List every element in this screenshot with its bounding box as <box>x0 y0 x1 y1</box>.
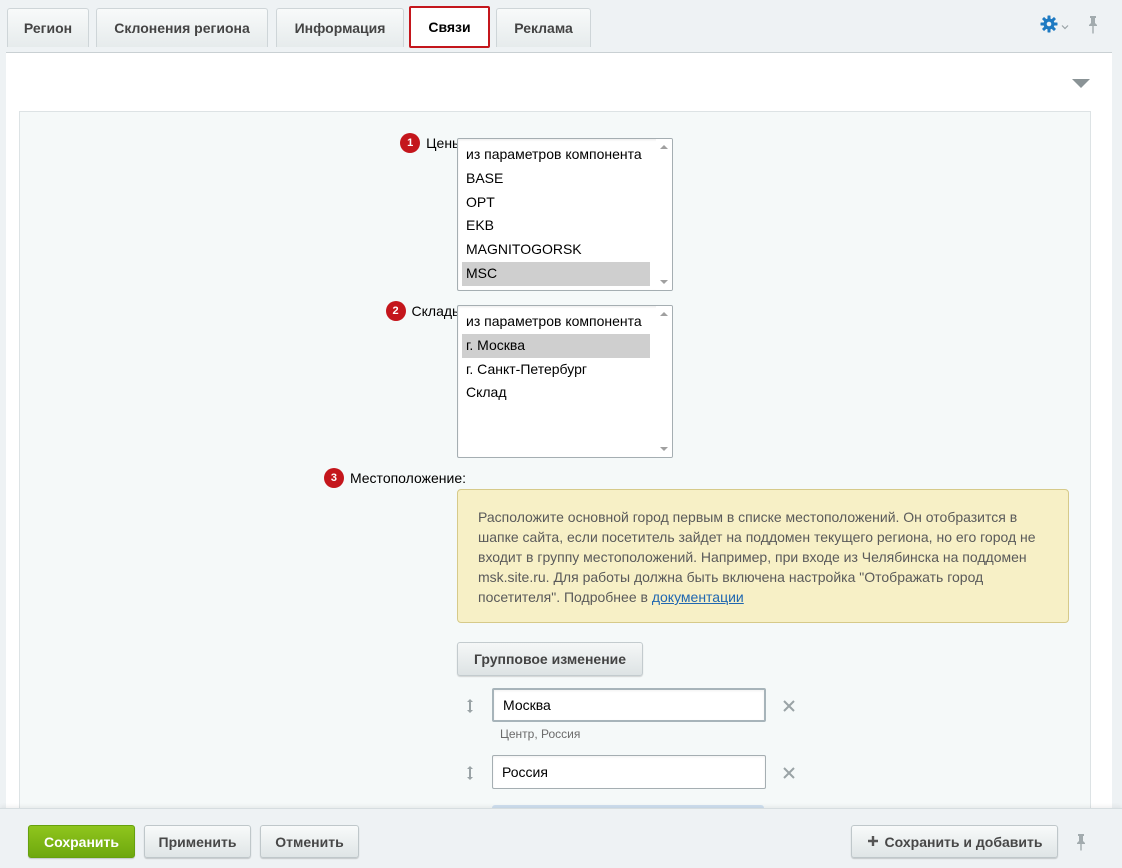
plus-icon <box>867 834 879 850</box>
location-subtitle: Центр, Россия <box>500 727 581 741</box>
pin-icon[interactable] <box>1074 833 1088 853</box>
prices-multiselect[interactable]: из параметров компонента BASE OPT EKB MA… <box>457 138 673 291</box>
prices-option[interactable]: BASE <box>462 167 650 191</box>
prices-option[interactable]: EKB <box>462 214 650 238</box>
pin-icon[interactable] <box>1084 14 1102 36</box>
save-button[interactable]: Сохранить <box>28 825 135 858</box>
footer-bar: Сохранить Применить Отменить Сохранить и… <box>0 808 1122 868</box>
group-change-button[interactable]: Групповое изменение <box>457 642 643 676</box>
gear-icon <box>1040 15 1058 36</box>
scroll-up-icon[interactable] <box>660 145 668 149</box>
chevron-down-icon <box>1061 18 1069 33</box>
prices-scrollbar[interactable] <box>656 139 672 290</box>
location-label-text: Местоположение: <box>349 470 466 486</box>
warehouses-option[interactable]: Склад <box>462 381 650 405</box>
warehouses-label: 2 Склады: <box>385 301 466 321</box>
location-hint-text: Расположите основной город первым в спис… <box>478 509 1036 605</box>
location-input[interactable]: Россия <box>492 755 766 789</box>
scroll-down-icon[interactable] <box>660 280 668 284</box>
tab-advertising[interactable]: Реклама <box>496 8 591 47</box>
step-badge-2: 2 <box>385 301 406 321</box>
warehouses-multiselect[interactable]: из параметров компонента г. Москва г. Са… <box>457 305 673 458</box>
main-panel: 1 Цены: из параметров компонента BASE OP… <box>6 52 1112 813</box>
prices-option[interactable]: OPT <box>462 191 650 215</box>
settings-menu[interactable] <box>1040 14 1070 36</box>
location-hint-note: Расположите основной город первым в спис… <box>457 489 1069 623</box>
tab-links[interactable]: Связи <box>409 6 490 48</box>
prices-option-selected[interactable]: MSC <box>462 261 650 286</box>
apply-button[interactable]: Применить <box>144 825 251 858</box>
step-badge-3: 3 <box>323 468 344 488</box>
tab-bar: Регион Склонения региона Информация Связ… <box>0 0 1122 50</box>
warehouses-option[interactable]: из параметров компонента <box>462 310 650 334</box>
cancel-button[interactable]: Отменить <box>260 825 359 858</box>
remove-icon[interactable] <box>781 765 797 781</box>
step-badge-1: 1 <box>400 133 421 153</box>
prices-option[interactable]: из параметров компонента <box>462 143 650 167</box>
documentation-link[interactable]: документации <box>652 589 744 605</box>
tab-region-declensions[interactable]: Склонения региона <box>96 8 268 47</box>
warehouses-option-selected[interactable]: г. Москва <box>462 333 650 358</box>
collapse-arrow-icon[interactable] <box>1072 79 1090 88</box>
warehouses-option[interactable]: г. Санкт-Петербург <box>462 358 650 382</box>
warehouses-scrollbar[interactable] <box>656 306 672 457</box>
location-label: 3 Местоположение: <box>323 468 466 488</box>
tab-information[interactable]: Информация <box>276 8 404 47</box>
location-input[interactable]: Москва <box>492 688 766 722</box>
scroll-down-icon[interactable] <box>660 447 668 451</box>
drag-handle-icon[interactable] <box>465 698 475 714</box>
drag-handle-icon[interactable] <box>465 765 475 781</box>
save-and-add-button[interactable]: Сохранить и добавить <box>851 825 1058 858</box>
prices-option[interactable]: MAGNITOGORSK <box>462 238 650 262</box>
save-and-add-label: Сохранить и добавить <box>884 833 1043 850</box>
remove-icon[interactable] <box>781 698 797 714</box>
scroll-up-icon[interactable] <box>660 312 668 316</box>
tab-region[interactable]: Регион <box>7 8 89 47</box>
